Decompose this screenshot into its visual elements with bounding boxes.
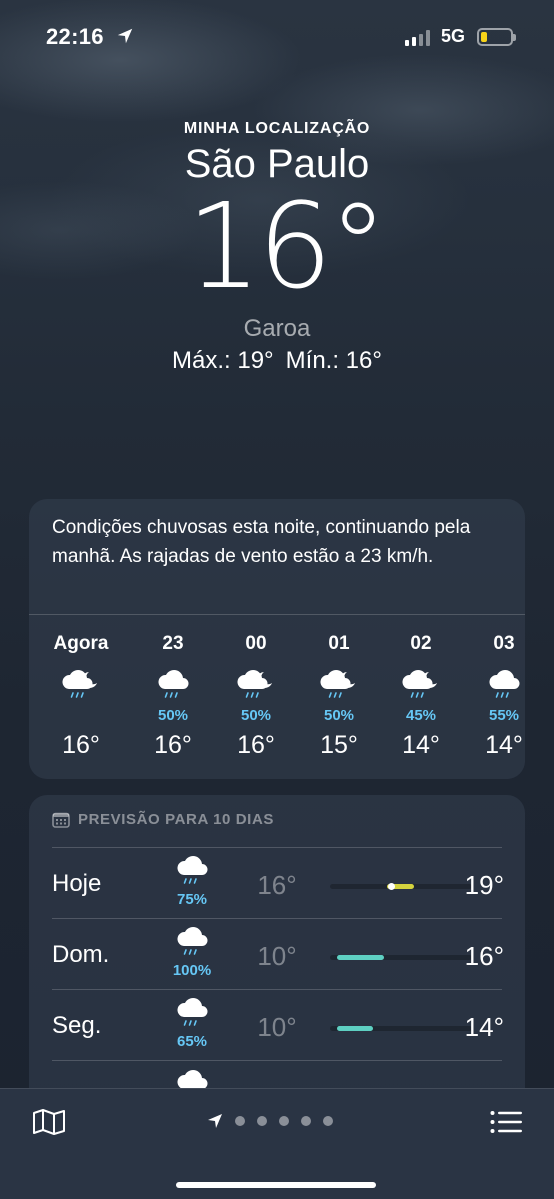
high-temperature: Máx.: 19° xyxy=(172,347,274,374)
home-indicator[interactable] xyxy=(176,1182,376,1188)
hour-item: Agora 16° xyxy=(46,633,116,760)
page-dot[interactable] xyxy=(257,1116,267,1126)
cloud-rain-icon xyxy=(138,665,208,707)
low-temperature: 10° xyxy=(257,941,297,971)
battery-level xyxy=(481,32,487,42)
daily-forecast-card[interactable]: PREVISÃO PARA 10 DIAS Hoje 75% 16° 19° Dom. 1… xyxy=(29,795,525,1125)
hour-label: Agora xyxy=(53,633,109,654)
hour-label: 23 xyxy=(162,633,184,654)
day-row[interactable]: Hoje 75% 16° 19° xyxy=(52,848,504,919)
page-indicator[interactable] xyxy=(207,1113,333,1129)
location-label: MINHA LOCALIZAÇÃO xyxy=(183,120,371,137)
cloud-moon-rain-icon xyxy=(304,665,374,707)
map-icon[interactable] xyxy=(32,1108,66,1136)
temperature-range-fill xyxy=(337,955,384,960)
forecast-summary: Condições chuvosas esta noite, continuan… xyxy=(29,499,525,615)
day-name: Dom. xyxy=(52,941,110,968)
location-arrow-icon xyxy=(117,28,133,44)
high-temperature: 19° xyxy=(464,870,504,900)
day-name: Seg. xyxy=(52,1012,102,1039)
hour-item: 23 50% 16° xyxy=(138,633,208,760)
hour-label: 00 xyxy=(245,633,267,654)
hour-label: 03 xyxy=(493,633,515,654)
hour-label: 02 xyxy=(410,633,432,654)
temperature-range-bar xyxy=(330,955,472,960)
cloud-moon-rain-icon xyxy=(46,665,116,707)
hour-temperature: 15° xyxy=(320,731,358,759)
calendar-icon xyxy=(52,812,70,828)
day-row[interactable]: Seg. 65% 10° 14° xyxy=(52,990,504,1061)
cloud-rain-icon xyxy=(469,665,539,707)
precip-chance: 45% xyxy=(405,707,437,724)
list-icon[interactable] xyxy=(490,1110,522,1134)
low-temperature: 16° xyxy=(257,870,297,900)
temperature-range-bar xyxy=(330,1026,472,1031)
hour-item: 03 55% 14° xyxy=(469,633,539,760)
hour-item: 02 45% 14° xyxy=(386,633,456,760)
low-temperature: 10° xyxy=(257,1012,297,1042)
battery-icon xyxy=(477,28,516,46)
hour-temperature: 16° xyxy=(237,731,275,759)
cloud-rain-icon xyxy=(174,927,210,964)
temperature-range-bar xyxy=(330,883,472,890)
high-low: Máx.: 19° Mín.: 16° xyxy=(0,347,554,375)
cloud-rain-icon xyxy=(174,856,210,893)
status-time: 22:16 xyxy=(46,24,104,49)
page-dot[interactable] xyxy=(235,1116,245,1126)
hour-label: 01 xyxy=(328,633,350,654)
daily-forecast-title: PREVISÃO PARA 10 DIAS xyxy=(78,811,274,828)
cloud-rain-icon xyxy=(174,998,210,1035)
hourly-forecast-list[interactable]: Agora 16° 23 50% 16° 00 50% 16° 01 50% 15° 02 45% 14°… xyxy=(29,633,525,763)
hour-temperature: 16° xyxy=(154,731,192,759)
current-temp-dot xyxy=(388,883,396,890)
precip-chance: 55% xyxy=(488,707,520,724)
precip-chance: 50% xyxy=(157,707,189,724)
hour-temperature: 14° xyxy=(402,731,440,759)
cloud-moon-rain-icon xyxy=(386,665,456,707)
precip-chance xyxy=(46,707,116,725)
low-temperature: Mín.: 16° xyxy=(285,347,382,374)
current-temperature: 16° xyxy=(186,177,387,315)
daily-forecast-header: PREVISÃO PARA 10 DIAS xyxy=(52,811,274,828)
hour-temperature: 16° xyxy=(62,731,100,759)
page-dot[interactable] xyxy=(279,1116,289,1126)
high-temperature: 14° xyxy=(464,1012,504,1042)
page-dot[interactable] xyxy=(323,1116,333,1126)
day-name: Hoje xyxy=(52,870,102,897)
current-location-arrow-icon xyxy=(208,1114,222,1128)
precip-chance: 100% xyxy=(172,962,212,979)
day-row[interactable]: Dom. 100% 10° 16° xyxy=(52,919,504,990)
precip-chance: 65% xyxy=(176,1033,208,1050)
cellular-signal-icon xyxy=(405,30,430,46)
location-header: MINHA LOCALIZAÇÃO São Paulo 16° Garoa Má… xyxy=(0,120,554,375)
hour-item: 00 50% 16° xyxy=(221,633,291,760)
cloud-moon-rain-icon xyxy=(221,665,291,707)
status-bar: 22:16 5G xyxy=(0,22,554,54)
network-type: 5G xyxy=(441,26,466,46)
hour-temperature: 14° xyxy=(485,731,523,759)
bottom-toolbar xyxy=(0,1088,554,1199)
temperature-range-fill xyxy=(337,1026,373,1031)
hour-item: 01 50% 15° xyxy=(304,633,374,760)
high-temperature: 16° xyxy=(464,941,504,971)
precip-chance: 75% xyxy=(176,891,208,908)
hourly-forecast-card[interactable]: Condições chuvosas esta noite, continuan… xyxy=(29,499,525,779)
precip-chance: 50% xyxy=(323,707,355,724)
current-condition: Garoa xyxy=(243,315,311,342)
page-dot[interactable] xyxy=(301,1116,311,1126)
precip-chance: 50% xyxy=(240,707,272,724)
